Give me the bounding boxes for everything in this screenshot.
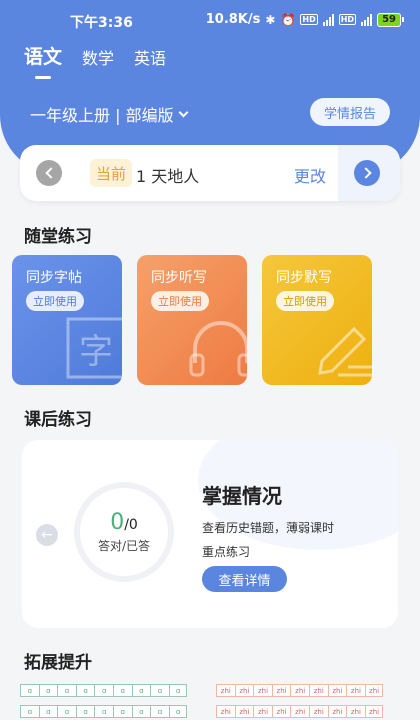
- grid-cell: ɑ: [112, 684, 132, 697]
- after-class-card: ← 0/0 答对/已答 掌握情况 查看历史错题，薄弱课时 重点练习 查看详情: [22, 440, 398, 628]
- extension-title: 拓展提升: [24, 653, 92, 673]
- pinyin-grid-left-2[interactable]: ɑɑɑɑɑɑɑɑɑ: [20, 705, 188, 718]
- mastery-desc-line-2: 重点练习: [202, 545, 251, 559]
- next-lesson-button[interactable]: [354, 160, 380, 186]
- grid-cell: ɑ: [75, 684, 95, 697]
- change-lesson-link[interactable]: 更改: [294, 163, 326, 187]
- character-icon: 字: [66, 317, 122, 379]
- mastery-description: 查看历史错题，薄弱课时 重点练习: [202, 516, 382, 564]
- grid-cell: ɑ: [168, 705, 188, 718]
- grid-cell: ɑ: [94, 684, 113, 697]
- score-correct: 0: [110, 510, 125, 535]
- card-title: 同步默写: [276, 270, 332, 286]
- network-speed: 10.8K/s: [205, 12, 261, 27]
- grid-cell: ɑ: [131, 705, 151, 718]
- grade-label: 一年级上册 | 部编版: [30, 106, 174, 125]
- lesson-name: 1 天地人: [136, 167, 200, 186]
- grid-cell: zhi: [327, 684, 347, 697]
- use-now-button[interactable]: 立即使用: [26, 291, 84, 311]
- svg-text:字: 字: [79, 332, 113, 372]
- grid-cell: zhi: [271, 705, 291, 718]
- arrow-left-icon[interactable]: ←: [36, 524, 58, 546]
- tab-chinese[interactable]: 语文: [24, 42, 62, 69]
- grid-cell: ɑ: [38, 705, 58, 718]
- grid-cell: ɑ: [57, 684, 76, 697]
- battery-level: 59: [377, 12, 401, 27]
- grid-cell: ɑ: [57, 705, 76, 718]
- use-now-button[interactable]: 立即使用: [276, 291, 334, 311]
- status-bar: 下午3:36 10.8K/s ✱ ⏰ HD HD 59: [0, 0, 420, 40]
- grid-cell: zhi: [234, 684, 254, 697]
- grid-cell: zhi: [308, 705, 328, 718]
- pencil-icon: [318, 326, 372, 377]
- grid-cell: ɑ: [38, 684, 58, 697]
- sync-dictation-card[interactable]: 同步听写 立即使用: [137, 255, 247, 385]
- mastery-title: 掌握情况: [202, 484, 282, 508]
- grid-cell: zhi: [234, 705, 254, 718]
- grid-cell: zhi: [290, 684, 309, 697]
- grid-cell: zhi: [216, 684, 235, 697]
- after-class-title: 课后练习: [24, 410, 92, 430]
- grid-cell: ɑ: [94, 705, 113, 718]
- bluetooth-icon: ✱: [265, 12, 276, 27]
- pinyin-grid-right[interactable]: zhi zhi zhi zhi zhi zhi zhi zhi zhi: [216, 684, 384, 697]
- grid-cell: zhi: [253, 705, 272, 718]
- grid-cell: zhi: [346, 684, 365, 697]
- score-ring: 0/0 答对/已答: [74, 482, 174, 582]
- pinyin-grid-left[interactable]: ɑɑɑɑɑɑɑɑɑ: [20, 684, 188, 697]
- in-class-title: 随堂练习: [24, 227, 92, 247]
- score-value: 0/0: [110, 510, 138, 535]
- grid-cell: zhi: [253, 684, 272, 697]
- grid-cell: zhi: [290, 705, 309, 718]
- mastery-desc-line-1: 查看历史错题，薄弱课时: [202, 521, 335, 535]
- score-total: /0: [124, 517, 138, 533]
- card-title: 同步听写: [151, 270, 207, 286]
- grid-cell: ɑ: [168, 684, 188, 697]
- hd-icon: HD: [300, 14, 318, 25]
- grid-cell: zhi: [364, 705, 384, 718]
- alarm-icon: ⏰: [280, 12, 296, 27]
- chevron-down-icon: [178, 107, 189, 117]
- tab-math[interactable]: 数学: [82, 45, 114, 69]
- battery-icon: 59: [377, 12, 404, 27]
- grade-selector[interactable]: 一年级上册 | 部编版: [30, 102, 189, 126]
- pinyin-grid-right-2[interactable]: zhi zhi zhi zhi zhi zhi zhi zhi zhi: [216, 705, 384, 718]
- headphones-icon: [189, 321, 247, 377]
- grid-cell: ɑ: [20, 705, 39, 718]
- grid-cell: ɑ: [150, 705, 169, 718]
- grid-cell: zhi: [364, 684, 384, 697]
- grid-cell: ɑ: [20, 684, 39, 697]
- sync-copybook-card[interactable]: 同步字帖 立即使用 字: [12, 255, 122, 385]
- view-details-button[interactable]: 查看详情: [202, 566, 287, 592]
- grid-cell: ɑ: [112, 705, 132, 718]
- subject-tabs: 语文 数学 英语: [24, 42, 166, 69]
- grid-cell: ɑ: [150, 684, 169, 697]
- grid-cell: zhi: [308, 684, 328, 697]
- prev-lesson-button[interactable]: [36, 160, 62, 186]
- score-caption: 答对/已答: [97, 539, 151, 553]
- signal-icon: [322, 13, 334, 26]
- grid-cell: ɑ: [131, 684, 151, 697]
- lesson-bar: 当前 1 天地人 更改: [20, 145, 400, 201]
- grid-cell: zhi: [327, 705, 347, 718]
- hd-icon-2: HD: [338, 14, 357, 25]
- tab-english[interactable]: 英语: [134, 45, 166, 69]
- use-now-button[interactable]: 立即使用: [151, 291, 209, 311]
- grid-cell: zhi: [216, 705, 235, 718]
- status-indicators: 10.8K/s ✱ ⏰ HD HD 59: [206, 12, 404, 27]
- signal-icon-2: [361, 13, 373, 26]
- current-tag: 当前: [90, 159, 133, 187]
- card-title: 同步字帖: [26, 270, 82, 286]
- grid-cell: zhi: [346, 705, 365, 718]
- grid-cell: zhi: [271, 684, 291, 697]
- chevron-left-icon: [44, 167, 57, 179]
- status-time: 下午3:36: [70, 15, 133, 31]
- sync-recall-card[interactable]: 同步默写 立即使用: [262, 255, 372, 385]
- chevron-right-icon: [359, 167, 372, 179]
- grid-cell: ɑ: [75, 705, 95, 718]
- report-button[interactable]: 学情报告: [310, 98, 390, 126]
